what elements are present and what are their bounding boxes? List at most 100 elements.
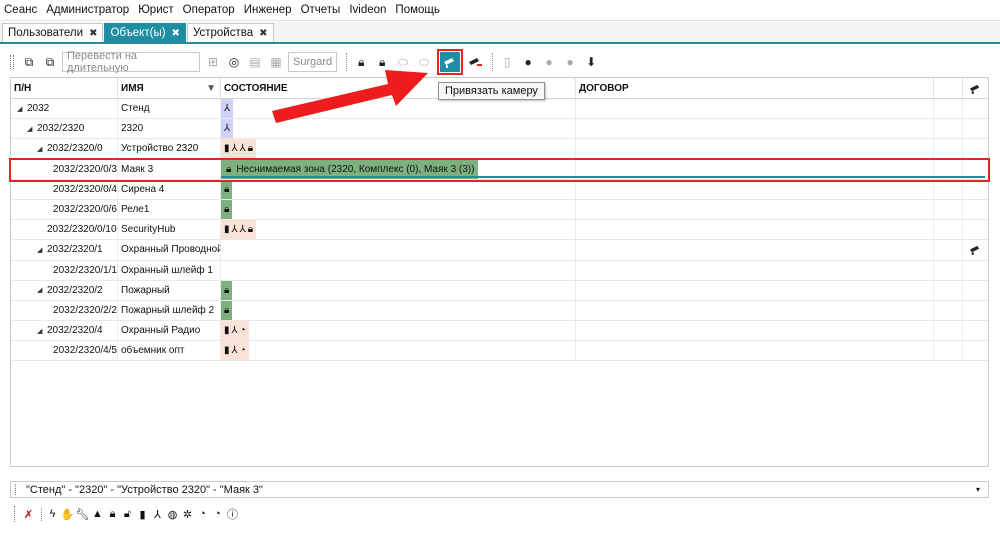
card-icon[interactable]: ▤ bbox=[246, 53, 264, 71]
cell-pn: 2032/2320/2/2 bbox=[11, 300, 118, 321]
table-row[interactable]: ◢ 2032/2320 2320 ⅄ bbox=[11, 119, 988, 140]
cell-camera[interactable] bbox=[963, 240, 988, 259]
lock-icon[interactable]: 🔒︎ bbox=[106, 506, 119, 522]
column-header-contract[interactable]: ДОГОВОР bbox=[576, 78, 934, 98]
download-icon[interactable]: ⬇ bbox=[582, 53, 600, 71]
add-contact-icon[interactable]: ● bbox=[519, 53, 537, 71]
menu-session[interactable]: Сеанс bbox=[4, 4, 37, 16]
cell-blank bbox=[934, 220, 963, 240]
column-header-pn[interactable]: П/Н bbox=[11, 78, 118, 98]
timer-icon[interactable]: ◔ bbox=[196, 506, 209, 522]
lock-alt-icon[interactable]: 🔒︎ bbox=[373, 53, 391, 71]
bind-camera-button[interactable] bbox=[437, 49, 464, 75]
expand-toggle-icon[interactable]: ◢ bbox=[37, 246, 47, 254]
table-row[interactable]: ◢ 2032/2320/1 Охранный Проводной 1 bbox=[11, 240, 988, 261]
column-header-name-label: ИМЯ bbox=[121, 82, 144, 94]
menu-lawyer[interactable]: Юрист bbox=[138, 4, 173, 16]
globe-icon[interactable]: ◎ bbox=[225, 53, 243, 71]
battery-icon[interactable]: ▮ bbox=[136, 506, 149, 522]
menu-help[interactable]: Помощь bbox=[395, 4, 439, 16]
chevron-down-icon[interactable]: ▾ bbox=[976, 485, 980, 494]
network-icon[interactable]: ⅄ bbox=[151, 506, 164, 522]
table-row[interactable]: ◢ 2032/2320/0 Устройство 2320 ▮ ⅄ ⅄ 🔒︎ bbox=[11, 139, 988, 160]
table-row[interactable]: ◢ 2032/2320/4 Охранный Радио ▮ ⅄ ◔ bbox=[11, 321, 988, 342]
expand-toggle-icon[interactable]: ◢ bbox=[37, 286, 47, 294]
cell-pn-text: 2032/2320/0/6 bbox=[53, 204, 117, 216]
remove-contact-icon[interactable]: ● bbox=[561, 53, 579, 71]
close-icon[interactable]: ✖ bbox=[259, 28, 267, 39]
cell-name: Охранный шлейф 1 bbox=[118, 260, 221, 280]
state-chip: 🔒︎ bbox=[221, 199, 233, 220]
column-header-name[interactable]: ИМЯ ▼ bbox=[118, 78, 221, 98]
cell-state bbox=[221, 240, 576, 260]
cell-contract bbox=[576, 240, 934, 260]
tab-users[interactable]: Пользователи ✖ bbox=[2, 23, 104, 42]
table-row[interactable]: 2032/2320/0/6 Реле1 🔒︎ bbox=[11, 199, 988, 221]
cell-blank bbox=[934, 199, 963, 220]
lock-icon: 🔒︎ bbox=[224, 304, 230, 316]
close-icon[interactable]: ✖ bbox=[89, 28, 97, 39]
toggle-off-icon[interactable]: ⬭ bbox=[394, 53, 412, 71]
state-chip: ▮ ⅄ ⅄ 🔒︎ bbox=[221, 139, 257, 159]
unbind-camera-icon[interactable] bbox=[466, 53, 484, 71]
edit-contact-icon[interactable]: ● bbox=[540, 53, 558, 71]
cell-state: 🔒︎ bbox=[221, 280, 576, 300]
lock-icon[interactable]: 🔒︎ bbox=[352, 53, 370, 71]
cell-camera bbox=[963, 220, 988, 239]
column-header-camera[interactable] bbox=[963, 78, 988, 98]
cell-contract bbox=[576, 139, 934, 159]
expand-toggle-icon[interactable]: ◢ bbox=[17, 105, 27, 113]
lightning-icon[interactable]: ϟ bbox=[46, 506, 59, 522]
tab-objects[interactable]: Объект(ы) ✖ bbox=[104, 23, 186, 42]
toggle-icon[interactable]: ⬭ bbox=[415, 53, 433, 71]
toolbar-separator bbox=[492, 53, 494, 71]
structure-icon[interactable]: ⊞ bbox=[204, 53, 222, 71]
table-row[interactable]: 2032/2320/4/5 объемник опт ▮ ⅄ ◔ bbox=[11, 341, 988, 362]
cell-contract bbox=[576, 220, 934, 240]
state-chip: ▮ ⅄ ◔ bbox=[221, 321, 249, 341]
document-icon[interactable]: ▯ bbox=[498, 53, 516, 71]
expand-toggle-icon[interactable]: ◢ bbox=[37, 327, 47, 335]
table-row[interactable]: ◢ 2032 Стенд ⅄ bbox=[11, 99, 988, 120]
table-row[interactable]: 2032/2320/2/2 Пожарный шлейф 2 🔒︎ bbox=[11, 300, 988, 322]
menu-engineer[interactable]: Инженер bbox=[244, 4, 292, 16]
menu-operator[interactable]: Оператор bbox=[183, 4, 235, 16]
transfer-long-term-input[interactable]: Перевести на длительную bbox=[62, 50, 200, 74]
table-row[interactable]: ◢ 2032/2320/2 Пожарный 🔒︎ bbox=[11, 280, 988, 301]
cell-contract bbox=[576, 199, 934, 220]
menu-ivideon[interactable]: Ivideon bbox=[349, 4, 386, 16]
expand-toggle-icon[interactable]: ◢ bbox=[37, 145, 47, 153]
smoke-icon[interactable]: ◍ bbox=[166, 506, 179, 522]
close-icon[interactable]: ✖ bbox=[172, 28, 180, 39]
info-icon[interactable]: ⓘ bbox=[226, 506, 239, 522]
cell-state: ⅄ bbox=[221, 99, 576, 119]
table-row[interactable]: 2032/2320/1/1 Охранный шлейф 1 bbox=[11, 260, 988, 281]
wrench-icon[interactable]: 🔧︎ bbox=[76, 506, 90, 522]
filter-icon[interactable]: ▼ bbox=[206, 83, 216, 94]
cell-blank bbox=[934, 139, 963, 159]
toolbar-grip[interactable] bbox=[10, 55, 14, 69]
toolbar-grip[interactable] bbox=[14, 506, 18, 522]
filter-clear-icon[interactable]: ✗ bbox=[22, 506, 35, 522]
menu-reports[interactable]: Отчеты bbox=[301, 4, 341, 16]
copy-tree-icon[interactable]: ⧉ bbox=[41, 53, 59, 71]
cell-state bbox=[221, 260, 576, 280]
table-row[interactable]: 2032/2320/0/3 Маяк 3 🔒︎ Неснимаемая зона (2… bbox=[9, 157, 990, 182]
warning-icon[interactable]: ▲ bbox=[91, 506, 104, 522]
cell-camera bbox=[963, 119, 988, 138]
list-icon[interactable]: ▦ bbox=[267, 53, 285, 71]
copy-icon[interactable]: ⧉ bbox=[20, 53, 38, 71]
hand-icon[interactable]: ✋ bbox=[61, 506, 75, 522]
cell-pn-text: 2032/2320/4/5 bbox=[53, 345, 117, 357]
tab-devices[interactable]: Устройства ✖ bbox=[186, 23, 274, 42]
expand-toggle-icon[interactable]: ◢ bbox=[27, 125, 37, 133]
menu-admin[interactable]: Администратор bbox=[46, 4, 129, 16]
table-row[interactable]: 2032/2320/0/100 SecurityHub ▮ ⅄ ⅄ 🔒︎ bbox=[11, 220, 988, 241]
table-row[interactable]: 2032/2320/0/4 Сирена 4 🔒︎ bbox=[11, 179, 988, 200]
cell-camera bbox=[963, 200, 988, 219]
objects-grid[interactable]: П/Н ИМЯ ▼ СОСТОЯНИЕ ДОГОВОР ◢ 2032 Стенд ⅄ ◢… bbox=[9, 77, 990, 467]
gear-icon[interactable]: ✲ bbox=[181, 506, 194, 522]
lock-open-icon[interactable]: 🔓︎ bbox=[121, 506, 134, 522]
clock-icon[interactable]: ◔ bbox=[211, 506, 224, 522]
surgard-button[interactable]: Surgard bbox=[288, 52, 338, 72]
